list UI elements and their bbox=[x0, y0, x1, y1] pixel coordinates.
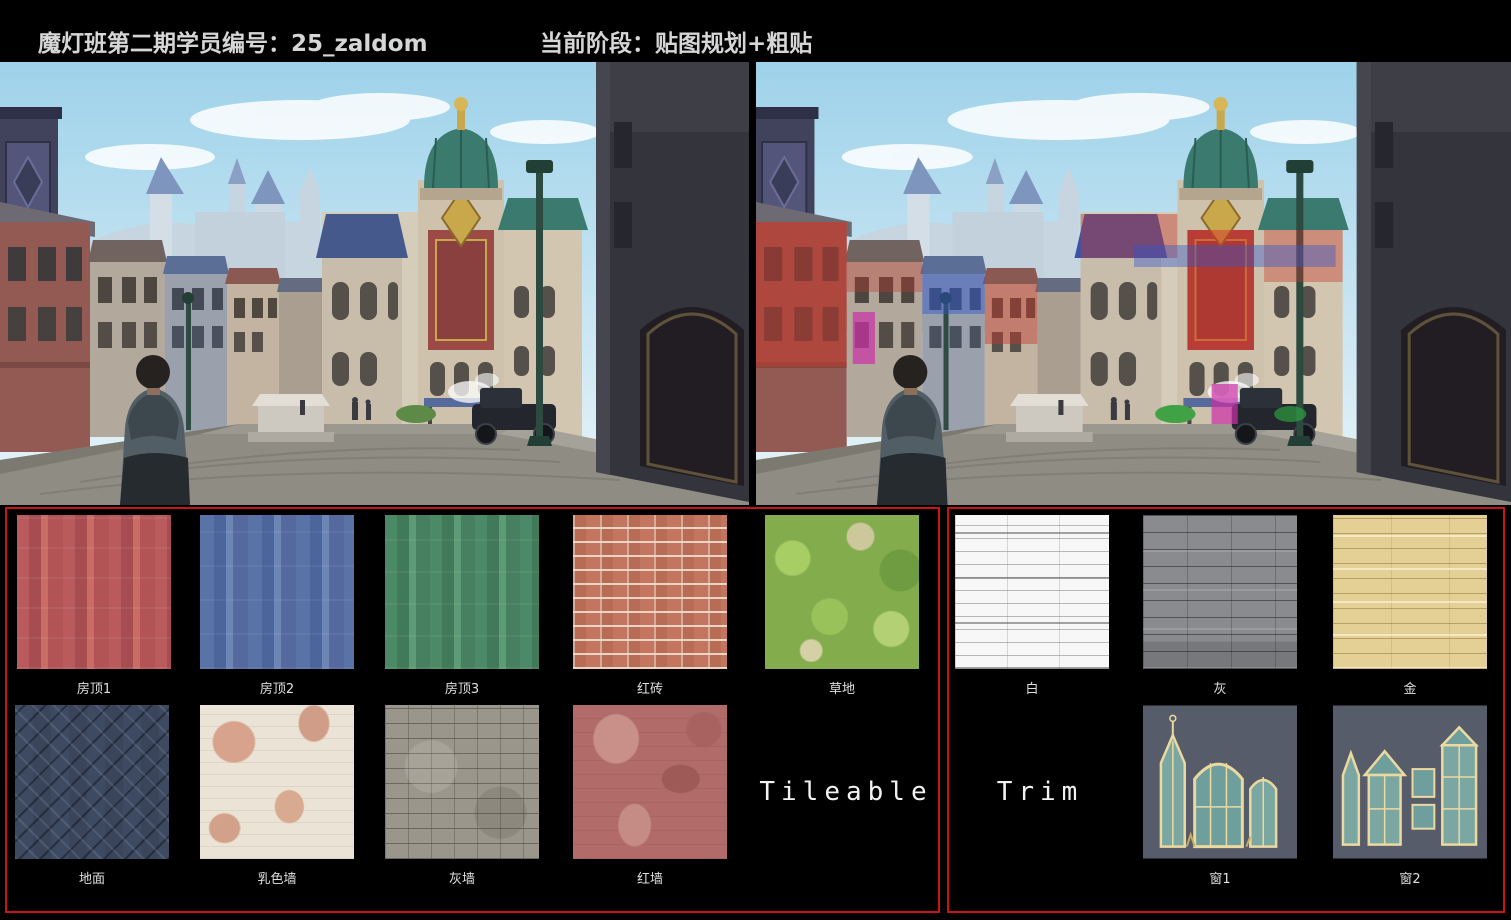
tileable-panel-title: Tileable bbox=[751, 777, 941, 807]
texture-tile-ground: 地面 bbox=[15, 705, 169, 887]
texture-label-window2: 窗2 bbox=[1333, 868, 1487, 887]
texture-label-roof3: 房顶3 bbox=[385, 678, 539, 697]
course-student-id-label: 魔灯班第二期学员编号：25_zaldom bbox=[38, 24, 428, 58]
tileable-panel: 房顶1 房顶2 房顶3 红砖 草地 地面 乳色墙 灰墙 bbox=[5, 507, 940, 913]
texture-swatch-trim-white bbox=[955, 515, 1109, 669]
texture-tile-grass: 草地 bbox=[765, 515, 919, 697]
texture-swatch-roof1 bbox=[17, 515, 171, 669]
texture-label-ground: 地面 bbox=[15, 868, 169, 887]
trim-panel-title: Trim bbox=[955, 777, 1125, 807]
texture-swatch-trim-gold bbox=[1333, 515, 1487, 669]
texture-swatch-roof2 bbox=[200, 515, 354, 669]
texture-label-red-brick: 红砖 bbox=[573, 678, 727, 697]
scene-render-texture-blockout bbox=[756, 62, 1511, 505]
scene-render-original bbox=[0, 62, 749, 505]
texture-tile-roof1: 房顶1 bbox=[17, 515, 171, 697]
texture-label-grass: 草地 bbox=[765, 678, 919, 697]
texture-label-trim-grey: 灰 bbox=[1143, 678, 1297, 697]
texture-swatch-red-wall bbox=[573, 705, 727, 859]
texture-tile-roof2: 房顶2 bbox=[200, 515, 354, 697]
texture-label-trim-white: 白 bbox=[955, 678, 1109, 697]
page: 魔灯班第二期学员编号：25_zaldom 当前阶段：贴图规划+粗贴 bbox=[0, 0, 1511, 920]
texture-label-window1: 窗1 bbox=[1143, 868, 1297, 887]
texture-tile-window1: 窗1 bbox=[1143, 705, 1297, 887]
texture-label-grey-wall: 灰墙 bbox=[385, 868, 539, 887]
header-bar: 魔灯班第二期学员编号：25_zaldom 当前阶段：贴图规划+粗贴 bbox=[0, 0, 1511, 62]
texture-tile-trim-gold: 金 bbox=[1333, 515, 1487, 697]
texture-label-trim-gold: 金 bbox=[1333, 678, 1487, 697]
texture-swatch-grey-wall bbox=[385, 705, 539, 859]
texture-tile-trim-white: 白 bbox=[955, 515, 1109, 697]
texture-swatch-trim-grey bbox=[1143, 515, 1297, 669]
texture-tile-roof3: 房顶3 bbox=[385, 515, 539, 697]
trim-panel: 白 灰 金 Trim bbox=[947, 507, 1505, 913]
texture-swatch-ground bbox=[15, 705, 169, 859]
texture-swatch-cream-wall bbox=[200, 705, 354, 859]
texture-tile-trim-grey: 灰 bbox=[1143, 515, 1297, 697]
texture-label-roof2: 房顶2 bbox=[200, 678, 354, 697]
texture-swatch-roof3 bbox=[385, 515, 539, 669]
texture-label-roof1: 房顶1 bbox=[17, 678, 171, 697]
texture-label-red-wall: 红墙 bbox=[573, 868, 727, 887]
texture-tile-grey-wall: 灰墙 bbox=[385, 705, 539, 887]
texture-swatch-red-brick bbox=[573, 515, 727, 669]
texture-tile-cream-wall: 乳色墙 bbox=[200, 705, 354, 887]
texture-tile-window2: 窗2 bbox=[1333, 705, 1487, 887]
texture-label-cream-wall: 乳色墙 bbox=[200, 868, 354, 887]
current-stage-label: 当前阶段：贴图规划+粗贴 bbox=[540, 24, 812, 58]
texture-swatch-window2 bbox=[1333, 705, 1487, 859]
texture-tile-red-wall: 红墙 bbox=[573, 705, 727, 887]
texture-tile-red-brick: 红砖 bbox=[573, 515, 727, 697]
texture-swatch-grass bbox=[765, 515, 919, 669]
texture-swatch-window1 bbox=[1143, 705, 1297, 859]
